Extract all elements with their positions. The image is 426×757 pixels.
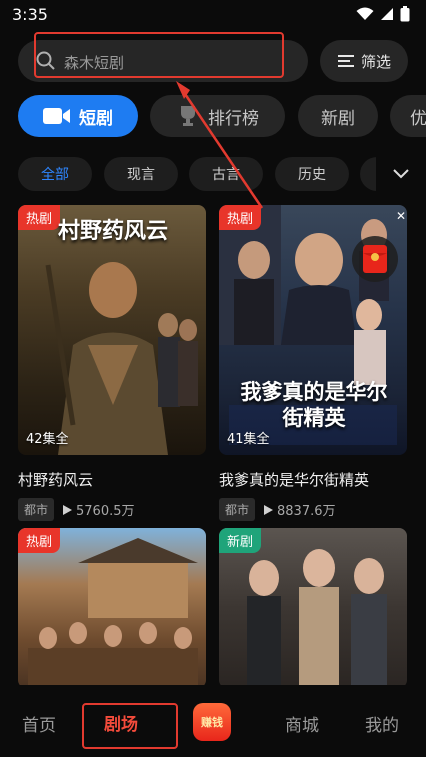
search-bar[interactable]: 森木短剧	[18, 40, 308, 82]
red-packet-float-button[interactable]	[352, 236, 398, 282]
close-icon[interactable]: ✕	[396, 209, 406, 223]
poster-title-art: 我爹真的是华尔街精英	[240, 379, 388, 430]
play-count-value: 8837.6万	[277, 504, 336, 519]
drama-card[interactable]: 热剧 村野药风云 42集全 村野药风云 都市 5760.5万	[18, 205, 206, 521]
subtab-ancient-romance[interactable]: 古言	[189, 157, 263, 191]
search-placeholder: 森木短剧	[64, 54, 125, 72]
poster-title-art: 村野药风云	[58, 218, 169, 244]
subtab-label: 现言	[127, 167, 155, 183]
red-packet-icon	[363, 245, 387, 273]
tab-short-drama[interactable]: 短剧	[18, 95, 138, 137]
wifi-icon	[356, 7, 374, 20]
play-count: 5760.5万	[62, 500, 135, 519]
status-bar: 3:35	[0, 0, 426, 30]
tab-label: 短剧	[79, 108, 113, 129]
filter-label: 筛选	[360, 52, 391, 71]
status-badge: 热剧	[18, 205, 61, 230]
subtab-label: 历史	[298, 167, 326, 183]
drama-meta: 都市 5760.5万	[18, 498, 206, 521]
status-time: 3:35	[12, 5, 48, 24]
nav-mall[interactable]: 商城	[285, 711, 319, 736]
tab-new-drama[interactable]: 新剧	[298, 95, 378, 137]
episode-count: 42集全	[26, 432, 69, 447]
genre-tag: 都市	[219, 498, 256, 521]
genre-tag: 都市	[18, 498, 55, 521]
drama-card[interactable]: 新剧	[219, 528, 407, 688]
filter-icon	[337, 55, 354, 67]
status-icons	[356, 6, 410, 22]
earn-label: 赚钱	[201, 716, 223, 729]
status-badge: 热剧	[219, 205, 262, 230]
bottom-nav: 首页 剧场 赚钱 商城 我的	[0, 685, 426, 757]
subtab-label: 古言	[212, 167, 240, 183]
status-badge: 新剧	[219, 528, 262, 553]
nav-mine[interactable]: 我的	[365, 711, 399, 736]
play-icon	[63, 504, 73, 515]
drama-poster[interactable]: 热剧 村野药风云 42集全	[18, 205, 206, 455]
nav-earn-money[interactable]: 赚钱	[193, 703, 231, 741]
tab-ranking[interactable]: 排行榜	[150, 95, 285, 137]
video-camera-icon	[43, 108, 70, 124]
nav-theater[interactable]: 剧场	[104, 710, 138, 735]
tab-label: 新剧	[321, 108, 355, 129]
battery-icon	[400, 6, 410, 22]
drama-title[interactable]: 我爹真的是华尔街精英	[219, 469, 407, 490]
drama-poster[interactable]: 热剧	[18, 528, 206, 688]
genre-filter-tabs: 全部 现言 古言 历史	[0, 157, 426, 193]
tab-label: 优	[410, 108, 426, 129]
tab-more[interactable]: 优	[390, 95, 426, 137]
subtab-history[interactable]: 历史	[275, 157, 349, 191]
play-count-value: 5760.5万	[76, 504, 135, 519]
category-tabs: 短剧 排行榜 新剧 优	[0, 95, 426, 139]
play-count: 8837.6万	[263, 500, 336, 519]
trophy-icon	[181, 106, 195, 126]
signal-icon	[381, 8, 393, 20]
drama-title[interactable]: 村野药风云	[18, 469, 206, 490]
subtab-modern-romance[interactable]: 现言	[104, 157, 178, 191]
play-icon	[264, 504, 274, 515]
status-badge: 热剧	[18, 528, 61, 553]
expand-tabs-button[interactable]	[376, 157, 426, 191]
filter-button[interactable]: 筛选	[320, 40, 408, 82]
drama-poster[interactable]: 新剧	[219, 528, 407, 688]
drama-meta: 都市 8837.6万	[219, 498, 407, 521]
episode-count: 41集全	[227, 432, 270, 447]
search-icon	[36, 51, 55, 70]
nav-home[interactable]: 首页	[22, 711, 56, 736]
drama-card[interactable]: 热剧	[18, 528, 206, 688]
chevron-down-icon	[393, 169, 409, 179]
tab-label: 排行榜	[208, 108, 259, 129]
subtab-all[interactable]: 全部	[18, 157, 92, 191]
subtab-label: 全部	[41, 167, 69, 183]
